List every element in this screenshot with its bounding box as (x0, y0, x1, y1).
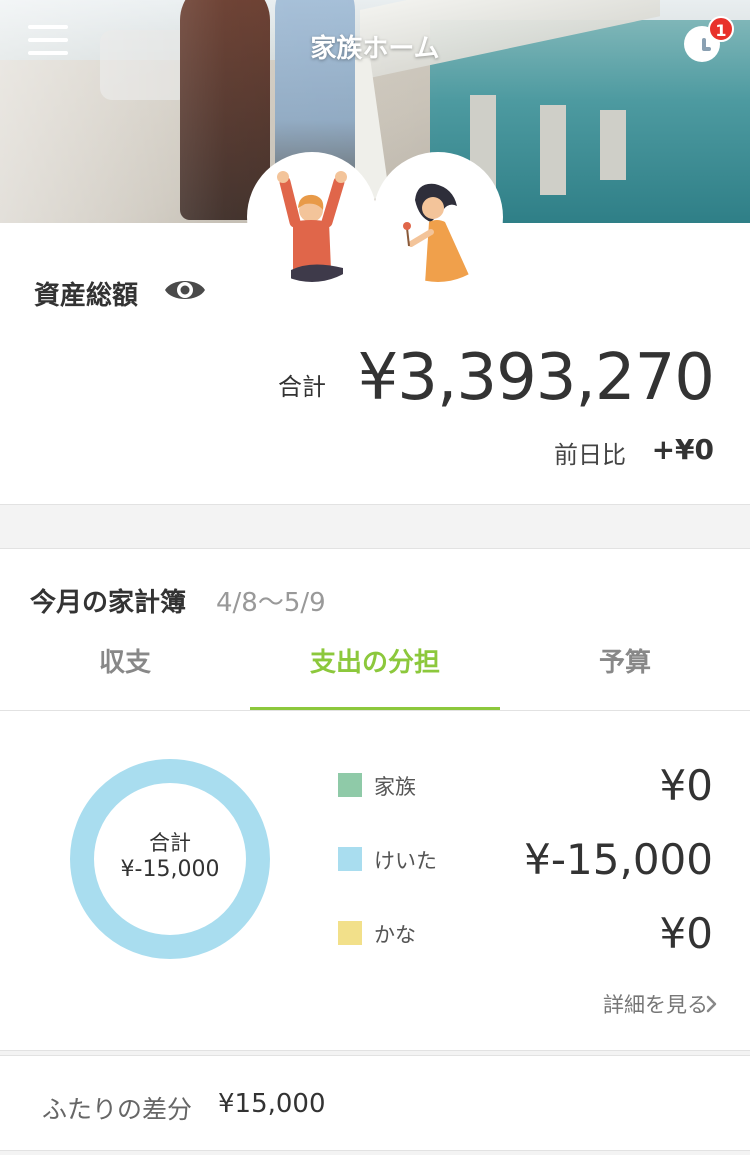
active-tab-indicator (250, 707, 500, 710)
day-diff-value: +¥0 (651, 433, 714, 466)
legend-name: 家族 (374, 775, 416, 799)
donut-center-value: ¥-15,000 (120, 857, 220, 882)
pair-diff-value: ¥15,000 (218, 1089, 326, 1119)
notification-badge: 1 (708, 16, 734, 42)
legend-row: 家族 ¥0 (338, 761, 713, 811)
legend-amount: ¥-15,000 (524, 835, 713, 884)
legend-amount: ¥0 (659, 761, 713, 810)
page-title: 家族ホーム (310, 34, 440, 64)
legend-swatch (338, 847, 362, 871)
avatar-figure-man (277, 171, 347, 282)
household-period: 4/8〜5/9 (216, 588, 326, 618)
legend-name: けいた (374, 849, 437, 873)
chevron-right-icon[interactable] (706, 995, 718, 1013)
legend-swatch (338, 921, 362, 945)
avatar[interactable] (373, 152, 503, 282)
pair-diff-label: ふたりの差分 (42, 1095, 193, 1124)
donut-center-label: 合計 (149, 831, 191, 855)
household-title: 今月の家計簿 (30, 588, 187, 618)
legend-row: けいた ¥-15,000 (338, 835, 713, 885)
avatar[interactable] (247, 152, 377, 282)
tab-expense-share[interactable]: 支出の分担 (250, 641, 500, 711)
asset-total-label: 資産総額 (34, 281, 139, 311)
asset-total-value: ¥3,393,270 (357, 341, 715, 415)
legend-row: かな ¥0 (338, 909, 713, 959)
pair-difference-row[interactable]: ふたりの差分 ¥15,000 (0, 1055, 750, 1151)
eye-icon[interactable] (164, 274, 206, 306)
day-diff-label: 前日比 (554, 441, 626, 469)
household-budget-card: 今月の家計簿 4/8〜5/9 収支 支出の分担 予算 合計 ¥-15,000 家… (0, 548, 750, 1051)
family-avatars[interactable] (247, 152, 503, 292)
see-details-link[interactable]: 詳細を見る (603, 989, 708, 1019)
tab-budget[interactable]: 予算 (500, 641, 750, 711)
legend-swatch (338, 773, 362, 797)
legend-amount: ¥0 (659, 909, 713, 958)
total-prefix: 合計 (278, 373, 326, 401)
tab-income-expense[interactable]: 収支 (0, 641, 250, 711)
history-icon[interactable]: 1 (682, 16, 734, 62)
household-tabs: 収支 支出の分担 予算 (0, 641, 750, 711)
legend-name: かな (374, 923, 416, 947)
avatar-figure-woman (403, 183, 473, 282)
